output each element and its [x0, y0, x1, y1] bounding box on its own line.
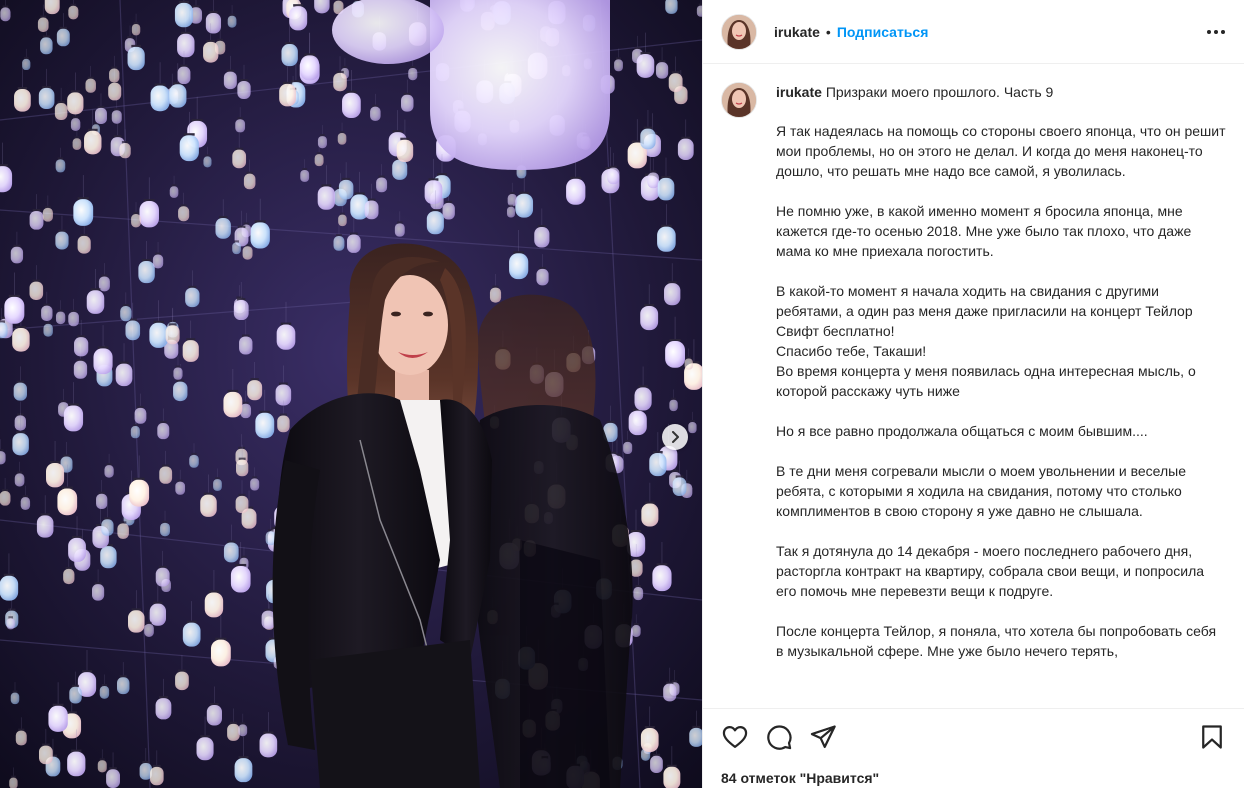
caption-paragraph: Не помню уже, в какой именно момент я бр… — [776, 203, 1192, 259]
save-button[interactable] — [1198, 723, 1226, 751]
caption-paragraphs: Я так надеялась на помощь со стороны сво… — [776, 121, 1226, 661]
caption: irukate Призраки моего прошлого. Часть 9… — [703, 64, 1244, 681]
bookmark-icon — [1202, 725, 1222, 749]
caption-scroll-area[interactable]: irukate Призраки моего прошлого. Часть 9… — [703, 64, 1244, 704]
avatar-image — [722, 14, 756, 49]
username-link[interactable]: irukate — [776, 84, 822, 100]
caption-paragraph: Я так надеялась на помощь со стороны сво… — [776, 123, 1226, 179]
separator-dot: • — [825, 23, 831, 40]
photo-lanterns-scene — [0, 0, 702, 788]
follow-button[interactable]: Подписаться — [837, 24, 929, 40]
caption-text: irukate Призраки моего прошлого. Часть 9… — [776, 82, 1226, 681]
likes-count[interactable]: 84 отметок "Нравится" — [721, 770, 879, 786]
caption-paragraph: После концерта Тейлор, я поняла, что хот… — [776, 623, 1217, 659]
caption-title-line: irukate Призраки моего прошлого. Часть 9 — [776, 82, 1226, 102]
heart-icon — [722, 725, 748, 749]
avatar-image — [722, 83, 756, 117]
caption-title: Призраки моего прошлого. Часть 9 — [825, 84, 1054, 100]
next-photo-button[interactable] — [662, 424, 688, 450]
paper-plane-icon — [810, 725, 836, 749]
post-sidebar: irukate • Подписаться irukate Призраки м… — [702, 0, 1244, 788]
post-dialog: irukate • Подписаться irukate Призраки м… — [0, 0, 1244, 788]
like-button[interactable] — [721, 723, 749, 751]
share-button[interactable] — [809, 723, 837, 751]
avatar[interactable] — [721, 13, 757, 50]
username-link[interactable]: irukate — [774, 24, 820, 40]
comment-icon — [767, 725, 792, 750]
caption-paragraph: Так я дотянула до 14 декабря - моего пос… — [776, 543, 1205, 599]
avatar[interactable] — [721, 82, 757, 118]
comment-button[interactable] — [765, 723, 793, 751]
post-header: irukate • Подписаться — [703, 0, 1244, 64]
caption-paragraph: Но я все равно продолжала общаться с мои… — [776, 423, 1148, 439]
caption-paragraph: В те дни меня согревали мысли о моем уво… — [776, 463, 1187, 519]
chevron-right-icon — [672, 431, 679, 443]
more-options-button[interactable] — [1204, 22, 1228, 42]
post-photo[interactable] — [0, 0, 702, 788]
caption-paragraph: В какой-то момент я начала ходить на сви… — [776, 283, 1196, 399]
action-bar: 84 отметок "Нравится" — [703, 708, 1244, 788]
more-options-icon — [1207, 30, 1225, 34]
